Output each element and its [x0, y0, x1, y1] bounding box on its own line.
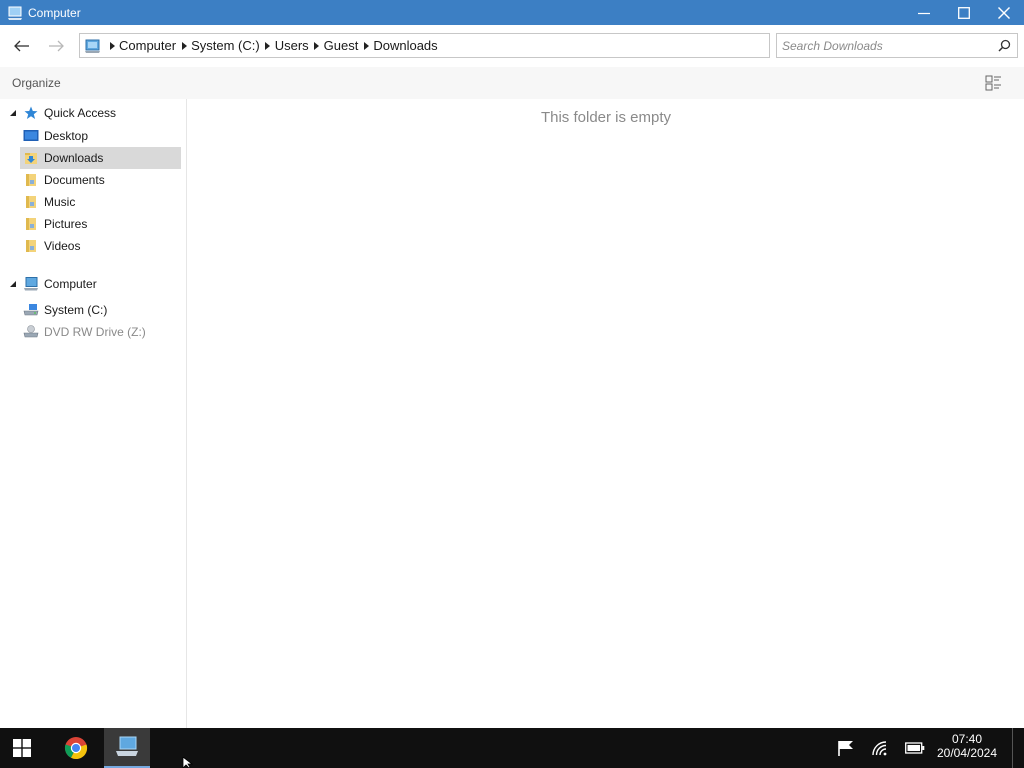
- window-title: Computer: [28, 5, 81, 20]
- folder-icon: [23, 194, 39, 210]
- sidebar-item-desktop[interactable]: Desktop: [0, 125, 187, 147]
- system-clock[interactable]: 07:40 20/04/2024: [930, 732, 1004, 764]
- start-button[interactable]: [0, 728, 44, 768]
- title-bar[interactable]: Computer: [0, 0, 1024, 25]
- battery-icon: [905, 742, 925, 754]
- computer-icon: [116, 736, 138, 756]
- search-icon: [997, 39, 1010, 52]
- show-desktop-button[interactable]: [1012, 728, 1024, 768]
- wifi-icon: [872, 741, 887, 756]
- sidebar-item-system-c[interactable]: System (C:): [0, 299, 187, 321]
- chrome-icon: [64, 737, 88, 760]
- sidebar-item-label: Downloads: [44, 151, 104, 165]
- back-arrow-icon: [14, 40, 29, 52]
- close-icon: [998, 6, 1010, 19]
- expand-arrow-icon[interactable]: [9, 280, 17, 288]
- breadcrumb-chevron-icon[interactable]: [179, 41, 189, 50]
- network-button[interactable]: [868, 728, 892, 768]
- sidebar-item-label: System (C:): [44, 303, 108, 317]
- sidebar-item-label: Music: [44, 195, 76, 209]
- maximize-icon: [958, 6, 970, 19]
- battery-button[interactable]: [902, 728, 928, 768]
- folder-icon: [23, 172, 39, 188]
- star-icon: [23, 105, 39, 121]
- sidebar-item-label: DVD RW Drive (Z:): [44, 325, 146, 339]
- navigation-bar: Computer System (C:) Users Guest Downloa…: [0, 25, 1024, 67]
- file-explorer-taskbar-button[interactable]: [104, 728, 150, 768]
- computer-icon: [7, 5, 23, 21]
- forward-arrow-icon: [49, 40, 64, 52]
- computer-icon: [23, 276, 39, 292]
- sidebar-item-dvd-drive[interactable]: DVD RW Drive (Z:): [0, 321, 187, 343]
- back-button[interactable]: [5, 31, 39, 61]
- address-bar[interactable]: Computer System (C:) Users Guest Downloa…: [79, 33, 770, 58]
- navigation-pane: Quick Access Desktop Downloads Documents…: [0, 99, 187, 728]
- folder-icon: [23, 216, 39, 232]
- windows-logo-icon: [13, 739, 31, 757]
- flag-icon: [838, 741, 853, 756]
- breadcrumb-chevron-icon[interactable]: [107, 41, 117, 50]
- downloads-folder-icon: [23, 150, 39, 166]
- sidebar-item-label: Videos: [44, 239, 81, 253]
- search-input[interactable]: [782, 35, 991, 56]
- breadcrumb-downloads[interactable]: Downloads: [371, 38, 440, 53]
- minimize-icon: [918, 12, 930, 14]
- clock-date: 20/04/2024: [936, 746, 998, 760]
- taskbar: 07:40 20/04/2024: [0, 728, 1024, 768]
- drive-icon: [23, 302, 39, 318]
- close-button[interactable]: [984, 0, 1024, 25]
- sidebar-item-label: Documents: [44, 173, 105, 187]
- breadcrumb-chevron-icon[interactable]: [263, 41, 273, 50]
- breadcrumb-computer[interactable]: Computer: [117, 38, 179, 53]
- clock-time: 07:40: [951, 732, 983, 746]
- search-box[interactable]: [776, 33, 1018, 58]
- sidebar-item-label: Quick Access: [44, 106, 117, 120]
- sidebar-item-label: Desktop: [44, 129, 89, 143]
- sidebar-item-label: Pictures: [44, 217, 88, 231]
- view-options-button[interactable]: [985, 75, 1002, 91]
- sidebar-item-downloads[interactable]: Downloads: [0, 147, 187, 169]
- sidebar-item-pictures[interactable]: Pictures: [0, 213, 187, 235]
- file-list-pane[interactable]: This folder is empty: [188, 99, 1024, 728]
- search-button[interactable]: [991, 34, 1017, 57]
- sidebar-item-label: Computer: [44, 277, 97, 291]
- breadcrumb-guest[interactable]: Guest: [322, 38, 362, 53]
- sidebar-item-quick-access[interactable]: Quick Access: [0, 102, 187, 124]
- sidebar-item-computer[interactable]: Computer: [0, 273, 187, 295]
- sidebar-item-videos[interactable]: Videos: [0, 235, 187, 257]
- breadcrumb-chevron-icon[interactable]: [361, 41, 371, 50]
- forward-button[interactable]: [39, 31, 73, 61]
- maximize-button[interactable]: [944, 0, 984, 25]
- command-bar: Organize: [0, 67, 1024, 99]
- breadcrumb-chevron-icon[interactable]: [312, 41, 322, 50]
- breadcrumb-users[interactable]: Users: [273, 38, 312, 53]
- dvd-drive-icon: [23, 324, 39, 340]
- mouse-cursor-icon: [182, 757, 194, 768]
- folder-icon: [23, 238, 39, 254]
- details-view-icon: [985, 75, 1001, 91]
- minimize-button[interactable]: [904, 0, 944, 25]
- computer-icon: [85, 38, 101, 54]
- chrome-taskbar-button[interactable]: [53, 728, 99, 768]
- organize-button[interactable]: Organize: [12, 76, 61, 90]
- sidebar-item-music[interactable]: Music: [0, 191, 187, 213]
- desktop-icon: [23, 128, 39, 144]
- expand-arrow-icon[interactable]: [9, 109, 17, 117]
- action-center-button[interactable]: [834, 728, 858, 768]
- breadcrumb-system-c[interactable]: System (C:): [189, 38, 263, 53]
- empty-folder-message: This folder is empty: [540, 109, 672, 126]
- sidebar-item-documents[interactable]: Documents: [0, 169, 187, 191]
